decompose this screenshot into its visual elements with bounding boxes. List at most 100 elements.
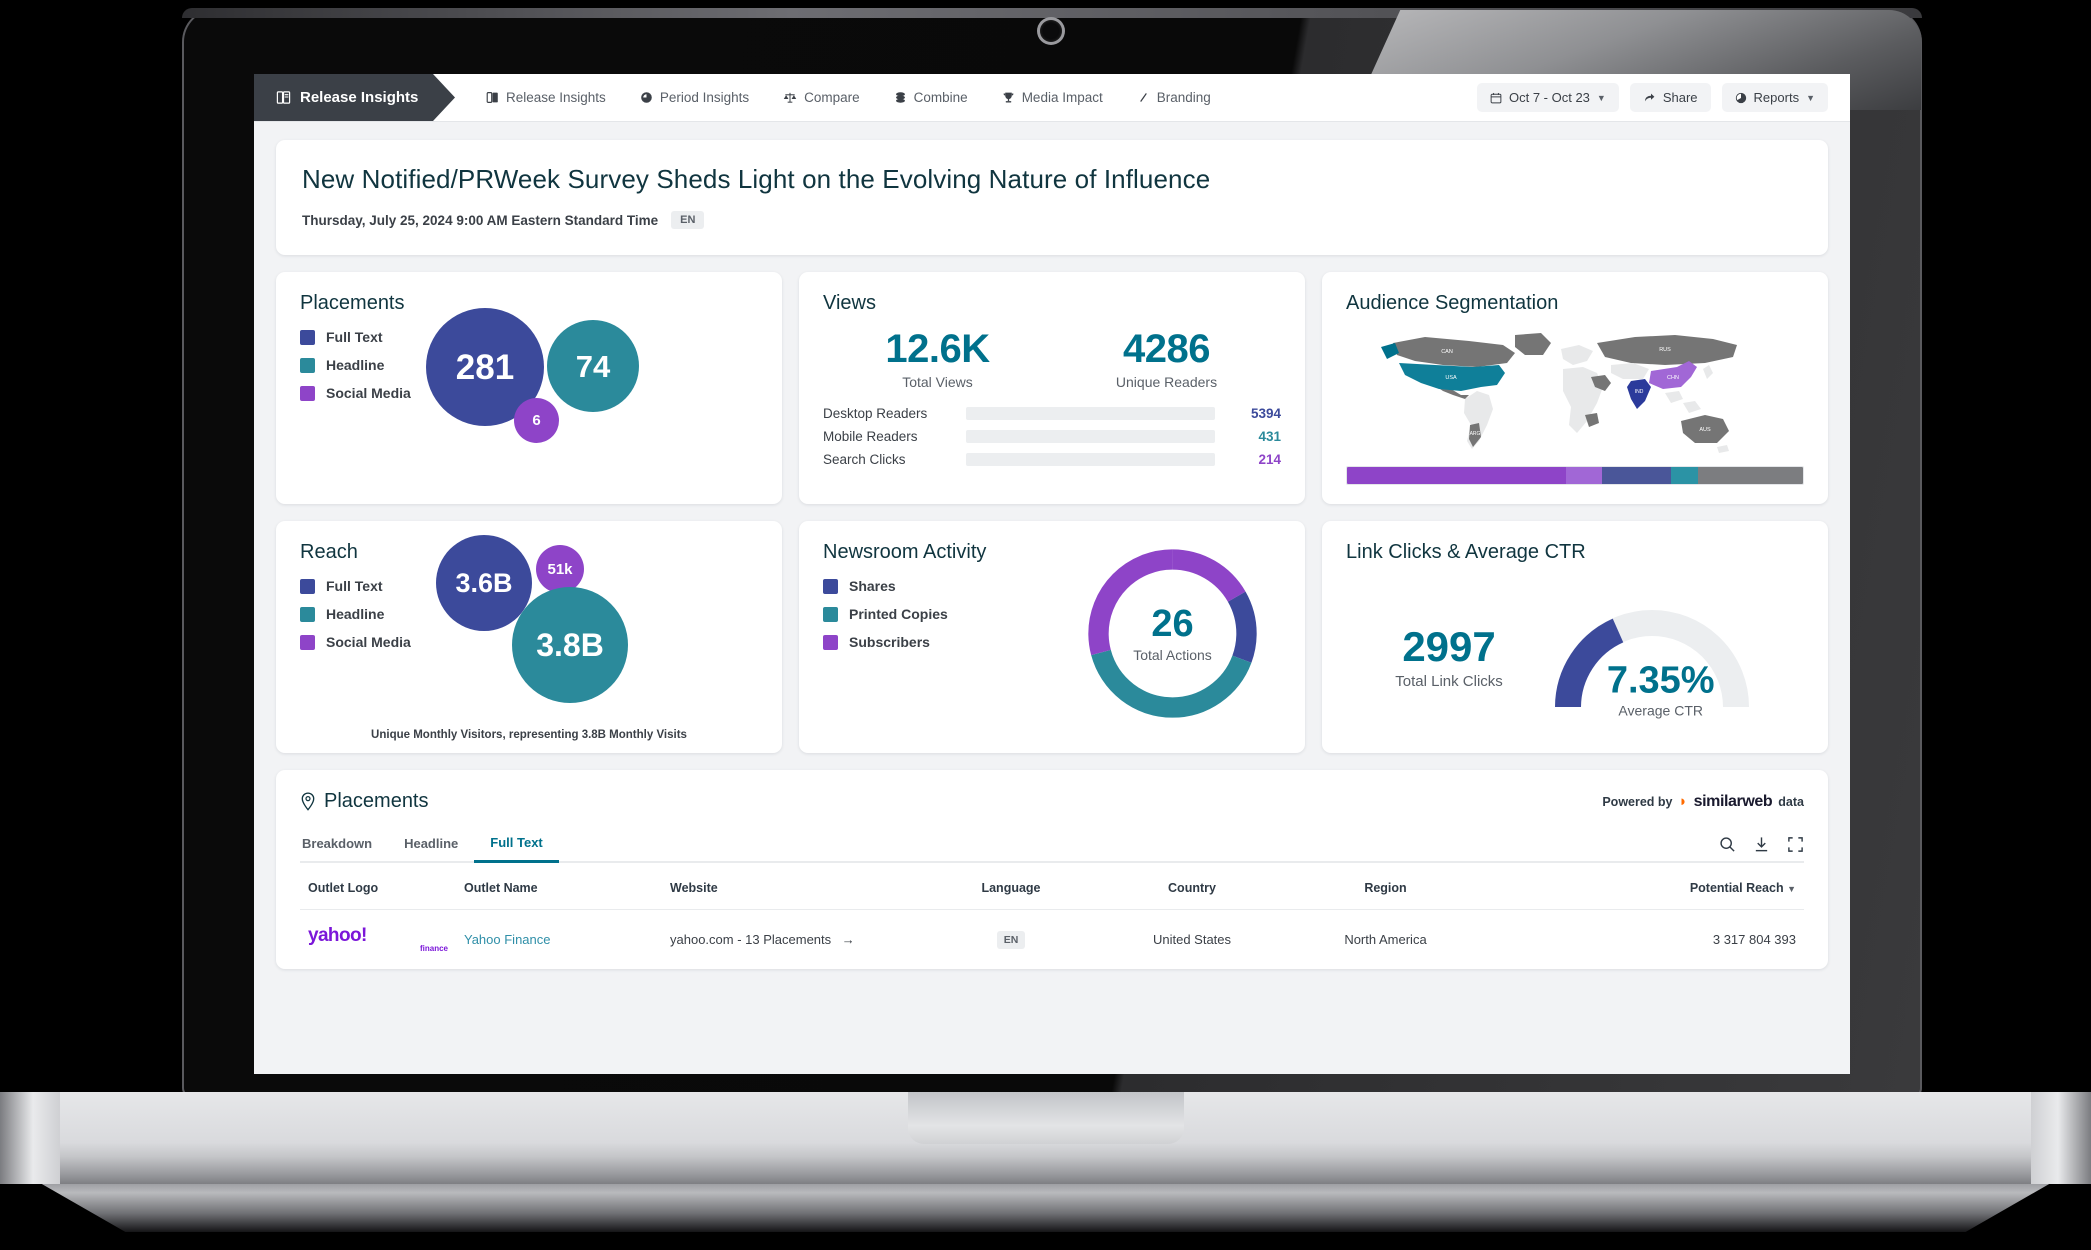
kpi-label: Total Views <box>902 374 973 390</box>
nav-tab-compare[interactable]: Compare <box>766 74 877 121</box>
table-row[interactable]: yahoo! finance Yahoo Finance yahoo.com -… <box>300 910 1804 970</box>
share-arrow-icon <box>1644 93 1655 101</box>
column-potential-reach[interactable]: Potential Reach ▼ <box>1481 867 1804 910</box>
link-clicks-ctr-card: Link Clicks & Average CTR 2997 Total Lin… <box>1322 521 1828 753</box>
sort-desc-icon[interactable]: ▼ <box>1787 884 1796 894</box>
book-icon <box>486 91 499 104</box>
download-icon[interactable] <box>1753 836 1770 853</box>
metrics-row-2: Reach Full Text Headline Social Media 3.… <box>276 521 1828 753</box>
nav-tab-release-insights[interactable]: Release Insights <box>469 74 623 121</box>
newsroom-donut-chart: 26 Total Actions <box>1080 541 1265 726</box>
powered-by-suffix: data <box>1778 794 1804 809</box>
outlet-name-link[interactable]: Yahoo Finance <box>464 932 551 947</box>
kpi-value: 12.6K <box>885 327 990 371</box>
column-region[interactable]: Region <box>1290 867 1481 910</box>
cell-outlet-name: Yahoo Finance <box>456 910 662 970</box>
nav-tab-label: Period Insights <box>659 90 750 105</box>
svg-text:ARG: ARG <box>1470 431 1481 437</box>
placements-table-title-wrap: Placements <box>300 790 429 813</box>
bubble-full-text[interactable]: 3.6B <box>436 535 532 631</box>
nav-tabs: Release Insights Period Insights Compare… <box>469 74 1228 121</box>
bubble-headline[interactable]: 74 <box>547 320 639 412</box>
nav-tab-media-impact[interactable]: Media Impact <box>985 74 1120 121</box>
chevron-down-icon: ▼ <box>1596 92 1606 103</box>
bar-label: Desktop Readers <box>823 406 928 421</box>
column-outlet-logo[interactable]: Outlet Logo <box>300 867 456 910</box>
segment-teal[interactable] <box>1670 467 1699 484</box>
svg-text:AUS: AUS <box>1699 427 1711 433</box>
column-potential-reach-label: Potential Reach <box>1689 881 1784 895</box>
chevron-down-icon: ▼ <box>1806 92 1815 103</box>
tab-headline[interactable]: Headline <box>388 836 474 861</box>
column-country[interactable]: Country <box>1094 867 1290 910</box>
legend-label: Full Text <box>326 329 383 345</box>
reach-footnote: Unique Monthly Visitors, representing 3.… <box>371 729 687 741</box>
total-actions-value: 26 <box>1151 602 1194 645</box>
book-icon <box>276 90 291 105</box>
views-card-title: Views <box>823 292 876 314</box>
legend-label: Social Media <box>326 634 411 650</box>
kpi-total-views: 12.6K Total Views <box>823 329 1052 390</box>
brand-tab-release-insights[interactable]: Release Insights <box>254 74 455 121</box>
layers-icon <box>894 91 907 104</box>
bubble-social-media[interactable]: 6 <box>514 398 559 443</box>
reach-bubble-chart: 3.6B 51k 3.8B <box>436 529 736 729</box>
donut-center-label: 26 Total Actions <box>1080 541 1265 726</box>
segment-light-purple[interactable] <box>1565 467 1603 484</box>
segment-grey[interactable] <box>1698 467 1803 484</box>
tab-full-text[interactable]: Full Text <box>474 835 559 863</box>
arrow-right-icon[interactable]: → <box>842 932 855 947</box>
website-text: yahoo.com - 13 Placements <box>670 932 832 947</box>
cell-country: United States <box>1152 932 1232 947</box>
total-link-clicks: 2997 Total Link Clicks <box>1346 626 1552 691</box>
bubble-headline[interactable]: 3.8B <box>512 587 628 703</box>
legend-swatch-printed-copies <box>823 606 838 622</box>
placements-table-title: Placements <box>324 790 429 812</box>
legend-swatch-headline <box>300 606 315 622</box>
nav-tab-period-insights[interactable]: Period Insights <box>623 74 766 121</box>
share-button[interactable]: Share <box>1629 83 1711 112</box>
topbar-actions: Oct 7 - Oct 23 ▼ Share Reports ▼ <box>1477 83 1850 112</box>
logo-sub: finance <box>419 944 448 953</box>
fullscreen-icon[interactable] <box>1787 836 1804 853</box>
column-website[interactable]: Website <box>662 867 928 910</box>
location-pin-icon <box>301 792 315 811</box>
views-kpis: 12.6K Total Views 4286 Unique Readers <box>823 329 1281 390</box>
bar-value: 214 <box>1258 452 1281 467</box>
audience-card-title: Audience Segmentation <box>1346 292 1559 314</box>
kpi-label: Unique Readers <box>1115 374 1218 390</box>
nav-tab-branding[interactable]: Branding <box>1120 74 1228 121</box>
webcam-icon <box>1040 20 1062 42</box>
reach-card: Reach Full Text Headline Social Media 3.… <box>276 521 782 753</box>
reports-button[interactable]: Reports ▼ <box>1721 83 1828 112</box>
legend-label: Social Media <box>326 385 411 401</box>
segment-purple[interactable] <box>1347 467 1566 484</box>
powered-by-similarweb: Powered by ◗ similarweb data <box>1602 793 1804 811</box>
tab-breakdown[interactable]: Breakdown <box>300 836 388 861</box>
bubble-social-media[interactable]: 51k <box>536 545 584 593</box>
powered-by-prefix: Powered by <box>1602 794 1673 809</box>
svg-text:IND: IND <box>1635 389 1644 395</box>
similarweb-logo-icon: ◗ <box>1678 793 1688 810</box>
placements-table: Outlet Logo Outlet Name Website Language… <box>300 867 1804 969</box>
bar-row-desktop-readers: Desktop Readers 5394 <box>823 406 1281 421</box>
cell-potential-reach: 3 317 804 393 <box>1712 932 1796 947</box>
legend-swatch-full-text <box>300 329 315 345</box>
search-icon[interactable] <box>1719 836 1736 853</box>
yahoo-finance-logo-icon: yahoo! finance <box>308 926 448 953</box>
brand-tab-label: Release Insights <box>300 89 419 106</box>
legend-label: Subscribers <box>849 634 930 650</box>
column-language[interactable]: Language <box>928 867 1094 910</box>
legend-label: Printed Copies <box>849 606 948 622</box>
world-map[interactable]: CAN USA RUS CHN IND AUS ARG <box>1346 329 1804 454</box>
logo-main: yahoo! <box>308 925 367 946</box>
legend-label: Headline <box>326 606 385 622</box>
date-range-picker[interactable]: Oct 7 - Oct 23 ▼ <box>1477 83 1619 112</box>
pie-chart-icon <box>1735 92 1746 103</box>
column-outlet-name[interactable]: Outlet Name <box>456 867 662 910</box>
nav-tab-label: Compare <box>804 90 860 105</box>
segment-blue[interactable] <box>1602 467 1671 484</box>
similarweb-brand: similarweb <box>1693 792 1773 810</box>
nav-tab-combine[interactable]: Combine <box>877 74 985 121</box>
total-actions-label: Total Actions <box>1133 646 1212 663</box>
